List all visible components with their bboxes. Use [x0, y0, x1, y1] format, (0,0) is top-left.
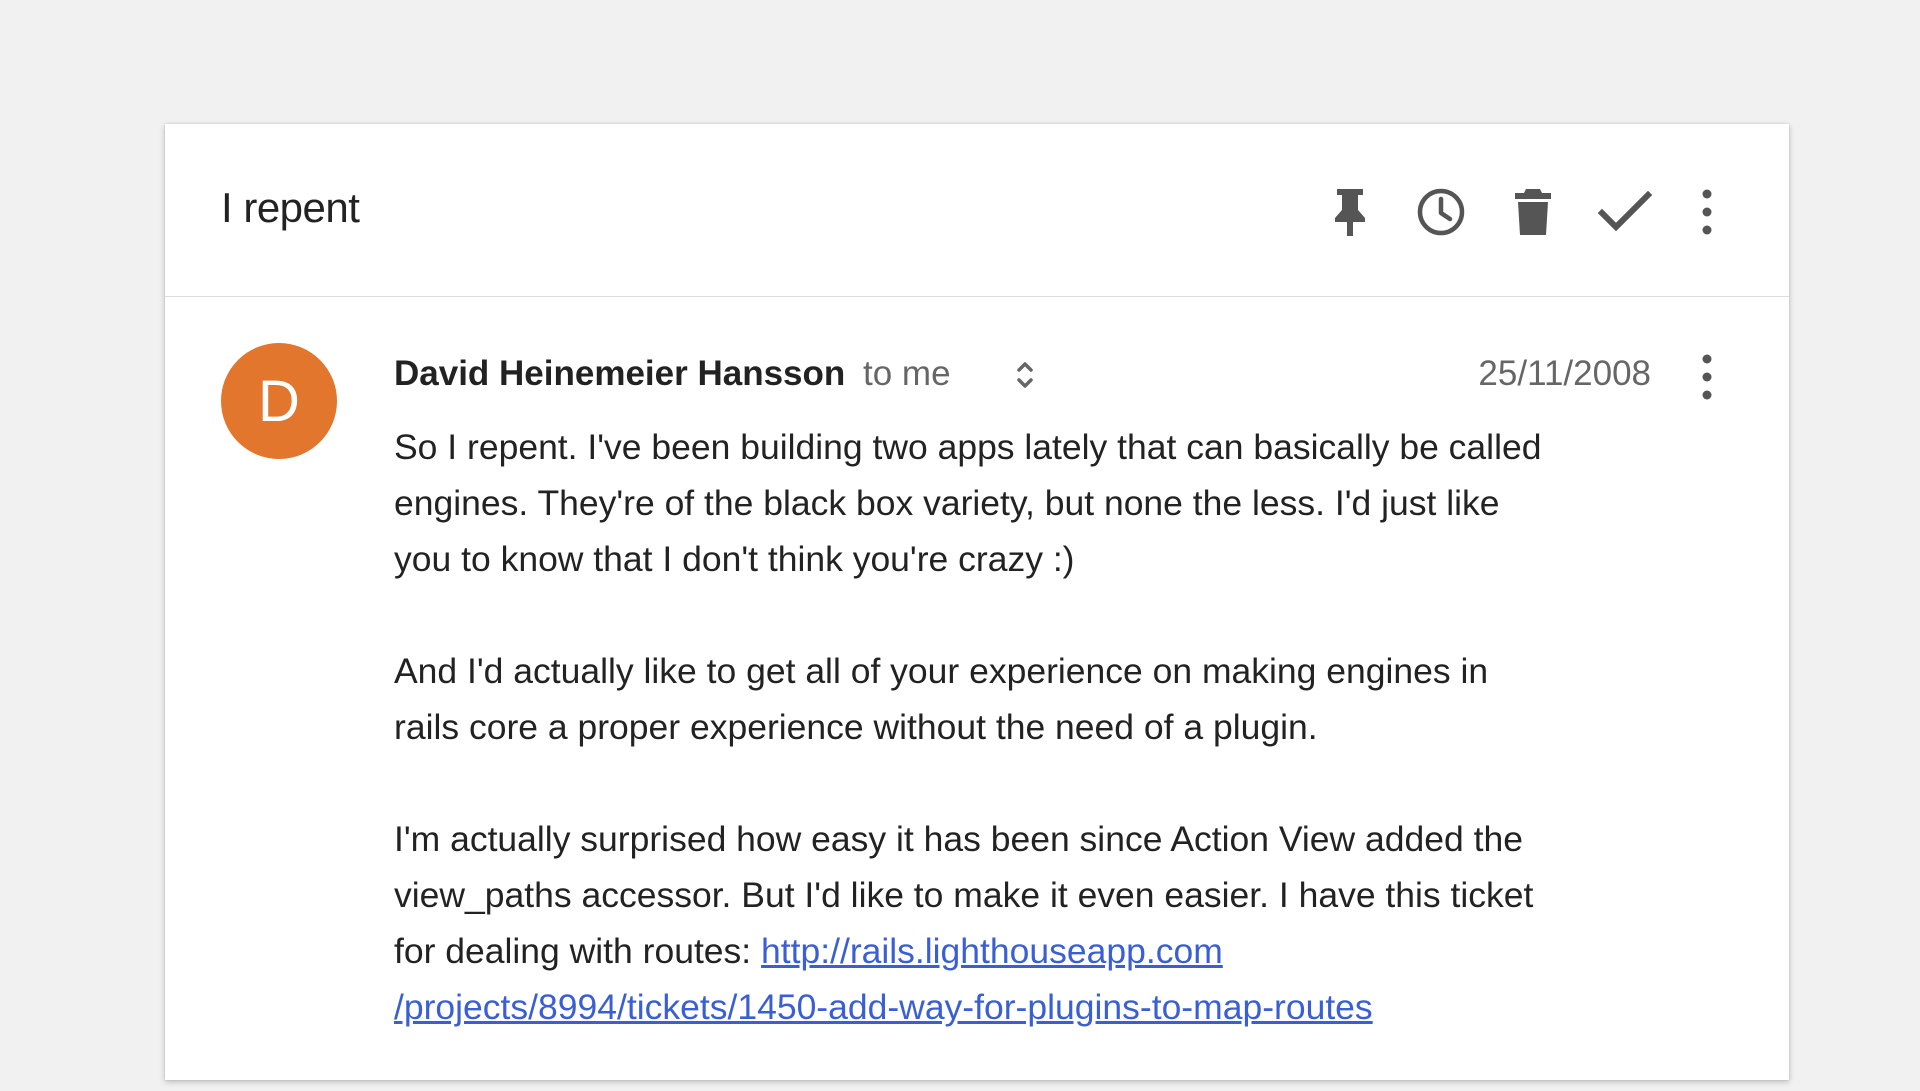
checkmark-icon: [1598, 191, 1652, 232]
expand-details-button[interactable]: [1010, 355, 1040, 395]
delete-button[interactable]: [1503, 182, 1563, 242]
pin-button[interactable]: [1320, 182, 1380, 242]
message-body: So I repent. I've been building two apps…: [394, 419, 1544, 1091]
message-date: 25/11/2008: [1478, 354, 1651, 393]
message-paragraph: I'm actually surprised how easy it has b…: [394, 811, 1544, 1035]
email-card: I repent D David Heinemeier Hansson to m…: [165, 124, 1789, 1080]
more-vert-icon: [1702, 354, 1712, 400]
done-button[interactable]: [1595, 182, 1655, 242]
email-header: I repent: [165, 124, 1789, 297]
message-more-button[interactable]: [1677, 347, 1737, 407]
unfold-icon: [1017, 362, 1033, 388]
pin-icon: [1335, 189, 1365, 236]
recipient-label: to me: [863, 354, 951, 393]
link-line-2: /projects/8994/tickets/1450-add-way-for-…: [394, 987, 1373, 1027]
message-paragraph: And I'd actually like to get all of your…: [394, 651, 1489, 747]
more-options-button[interactable]: [1677, 182, 1737, 242]
avatar[interactable]: D: [221, 343, 337, 459]
sender-line: David Heinemeier Hansson to me: [394, 353, 951, 395]
trash-icon: [1515, 189, 1551, 235]
sender-name[interactable]: David Heinemeier Hansson: [394, 354, 845, 393]
snooze-button[interactable]: [1411, 182, 1471, 242]
clock-icon: [1417, 188, 1465, 236]
link-line-1: http://rails.lighthouseapp.com: [761, 931, 1223, 971]
message-paragraph: So I repent. I've been building two apps…: [394, 427, 1542, 579]
more-vert-icon: [1702, 189, 1712, 235]
email-subject: I repent: [221, 184, 360, 231]
